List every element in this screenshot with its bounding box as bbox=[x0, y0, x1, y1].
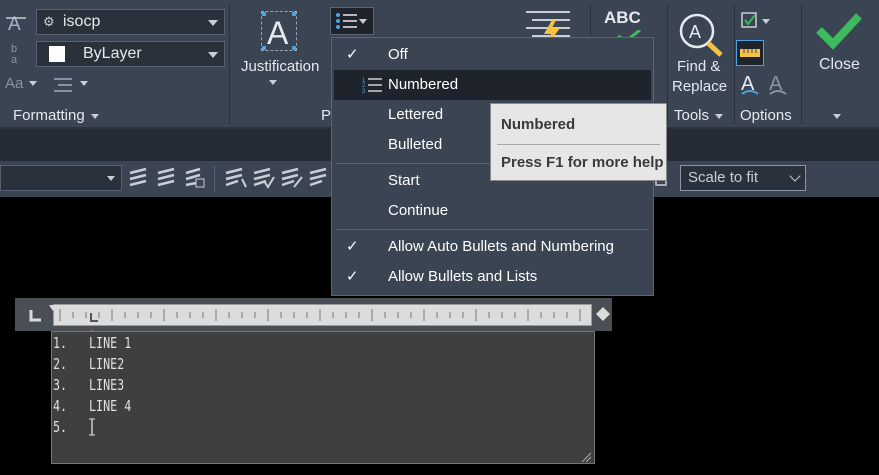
chevron-down-icon bbox=[107, 176, 115, 181]
chevron-down-icon bbox=[90, 113, 99, 119]
list-item-text: LINE 1 bbox=[89, 334, 132, 352]
chevron-down-icon bbox=[80, 81, 88, 86]
list-item-number: 5. bbox=[53, 418, 68, 436]
color-swatch bbox=[49, 46, 65, 62]
list-item-number: 2. bbox=[53, 355, 68, 373]
checkmark-icon: ✓ bbox=[346, 268, 359, 285]
text-style-value: isocp bbox=[63, 13, 101, 30]
ruler-toggle-icon[interactable] bbox=[736, 40, 764, 66]
chevron-down-icon bbox=[833, 114, 841, 119]
find-replace-icon: A bbox=[679, 13, 723, 57]
tooltip: Numbered Press F1 for more help bbox=[490, 103, 667, 181]
panel-separator bbox=[801, 4, 802, 124]
svg-text:a: a bbox=[11, 54, 18, 64]
line-spacing-icon[interactable] bbox=[252, 167, 276, 189]
list-item-number: 3. bbox=[53, 376, 68, 394]
justification-label: Justification bbox=[241, 58, 320, 75]
tooltip-help: Press F1 for more help bbox=[501, 154, 664, 171]
formatting-panel-label[interactable]: Formatting bbox=[13, 107, 99, 124]
list-item-text: LINE3 bbox=[89, 376, 125, 394]
svg-text:3: 3 bbox=[362, 89, 366, 94]
chevron-down-icon bbox=[269, 80, 277, 85]
find-replace-label-2: Replace bbox=[672, 78, 728, 95]
more-options-icon[interactable] bbox=[740, 11, 776, 33]
list-item-text: LINE2 bbox=[89, 355, 125, 373]
paragraph-align-icon[interactable] bbox=[182, 167, 206, 189]
font-size-icon[interactable]: Aa bbox=[5, 75, 45, 97]
list-item-number: 4. bbox=[53, 397, 68, 415]
svg-text:A: A bbox=[267, 15, 289, 50]
chevron-down-icon bbox=[208, 52, 218, 58]
scale-combo[interactable]: Scale to fit bbox=[680, 165, 806, 191]
oblique-icon[interactable] bbox=[52, 75, 92, 97]
paragraph-align-icon[interactable] bbox=[126, 167, 150, 189]
style-combo[interactable] bbox=[0, 165, 122, 191]
color-value: ByLayer bbox=[83, 45, 142, 62]
tooltip-separator bbox=[497, 144, 660, 145]
redo-text-icon[interactable]: A bbox=[768, 72, 788, 96]
panel-separator bbox=[667, 4, 668, 124]
indent-marker-icon[interactable] bbox=[49, 298, 57, 311]
panel-separator bbox=[734, 4, 735, 124]
chevron-down-icon bbox=[359, 19, 367, 24]
bullet-list-icon bbox=[336, 13, 357, 29]
list-item-number: 1. bbox=[53, 334, 68, 352]
justification-icon: A bbox=[261, 11, 297, 51]
width-handle-icon[interactable] bbox=[596, 307, 610, 321]
line-spacing-icon[interactable] bbox=[308, 167, 332, 189]
options-panel-label[interactable]: Options bbox=[740, 107, 792, 124]
numbered-list-icon: 1 2 3 bbox=[362, 78, 382, 94]
close-label: Close bbox=[819, 56, 860, 73]
tools-panel-label[interactable]: Tools bbox=[674, 107, 724, 124]
chevron-down-icon bbox=[789, 170, 801, 182]
chevron-down-icon bbox=[762, 19, 770, 24]
undo-text-icon[interactable]: A bbox=[740, 72, 760, 96]
indent-marker-icon[interactable] bbox=[87, 324, 97, 337]
tooltip-title: Numbered bbox=[501, 116, 576, 133]
background-mask-icon[interactable]: ba bbox=[9, 42, 23, 66]
scale-value: Scale to fit bbox=[688, 169, 759, 186]
svg-text:A: A bbox=[8, 14, 21, 34]
chevron-down-icon bbox=[715, 113, 724, 119]
ruler-scale[interactable] bbox=[53, 304, 592, 326]
find-replace-label: Find & bbox=[677, 58, 721, 75]
toolbar-separator bbox=[214, 166, 215, 192]
line-spacing-icon[interactable] bbox=[280, 167, 304, 189]
ruler-ticks bbox=[59, 309, 581, 322]
menu-item-off[interactable]: ✓ Off bbox=[332, 40, 653, 70]
text-style-icon-small: ⚙ bbox=[43, 14, 55, 29]
menu-item-allow-bullets-lists[interactable]: ✓ Allow Bullets and Lists bbox=[332, 262, 653, 292]
menu-separator bbox=[336, 229, 649, 230]
color-combo[interactable]: ByLayer bbox=[36, 41, 225, 67]
tab-type-icon[interactable] bbox=[27, 306, 45, 324]
checkmark-icon bbox=[816, 13, 862, 50]
chevron-down-icon bbox=[29, 81, 38, 87]
text-cursor-icon bbox=[89, 418, 95, 436]
list-item-text: LINE 4 bbox=[89, 397, 132, 415]
menu-item-numbered[interactable]: 1 2 3 Numbered bbox=[334, 70, 651, 100]
spell-check-icon[interactable]: ABC bbox=[604, 8, 658, 42]
text-style-combo[interactable]: ⚙ isocp bbox=[36, 9, 225, 35]
svg-text:A: A bbox=[689, 22, 701, 42]
resize-grip-icon[interactable] bbox=[580, 450, 592, 463]
close-editor-button[interactable]: Close bbox=[807, 8, 873, 123]
panel-separator bbox=[229, 4, 230, 124]
checkmark-icon: ✓ bbox=[346, 238, 359, 255]
menu-item-continue[interactable]: Continue bbox=[332, 196, 653, 226]
checkmark-icon: ✓ bbox=[346, 46, 359, 63]
mtext-editor[interactable] bbox=[51, 331, 595, 464]
justification-button[interactable]: A Justification bbox=[238, 8, 323, 88]
text-style-icon[interactable]: A bbox=[6, 12, 26, 35]
paragraph-align-icon[interactable] bbox=[154, 167, 178, 189]
chevron-down-icon bbox=[208, 20, 218, 26]
menu-item-allow-auto-bullets[interactable]: ✓ Allow Auto Bullets and Numbering bbox=[332, 232, 653, 262]
find-replace-button[interactable]: A Find & Replace bbox=[670, 8, 730, 98]
line-spacing-icon[interactable] bbox=[224, 167, 248, 189]
bullets-numbering-button[interactable] bbox=[330, 7, 374, 35]
